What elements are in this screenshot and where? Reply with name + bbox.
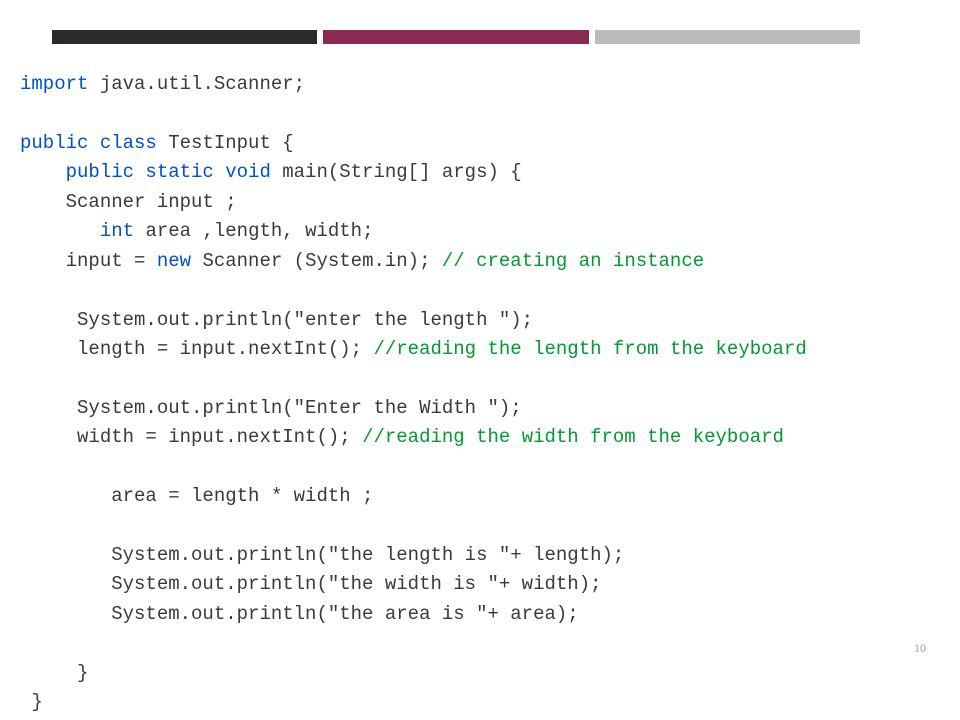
code-text: System.out.println("the length is "+ len… (20, 544, 624, 566)
bar-dark (52, 30, 317, 44)
comment: //reading the width from the keyboard (362, 426, 784, 448)
code-text: } (20, 691, 43, 713)
keyword: public class (20, 132, 157, 154)
code-text: Scanner input ; (20, 191, 237, 213)
code-text: System.out.println("enter the length "); (20, 309, 533, 331)
code-text (20, 220, 100, 242)
code-text: area = length * width ; (20, 485, 373, 507)
code-text: System.out.println("the width is "+ widt… (20, 573, 602, 595)
code-block: import java.util.Scanner; public class T… (20, 70, 807, 718)
code-text: System.out.println("Enter the Width "); (20, 397, 522, 419)
code-text: Scanner (System.in); (191, 250, 442, 272)
code-text: System.out.println("the area is "+ area)… (20, 603, 579, 625)
code-text: main(String[] args) { (271, 161, 522, 183)
keyword: public static void (66, 161, 271, 183)
code-text: area ,length, width; (134, 220, 373, 242)
code-text: } (20, 662, 88, 684)
keyword: import (20, 73, 88, 95)
header-bars (52, 30, 860, 44)
code-text: TestInput { (157, 132, 294, 154)
bar-maroon (323, 30, 588, 44)
bar-grey (595, 30, 860, 44)
comment: // creating an instance (442, 250, 704, 272)
page-number: 10 (914, 641, 926, 656)
keyword: new (157, 250, 191, 272)
keyword: int (100, 220, 134, 242)
code-text: input = (20, 250, 157, 272)
code-text: width = input.nextInt(); (20, 426, 362, 448)
code-text: length = input.nextInt(); (20, 338, 373, 360)
code-text: java.util.Scanner; (88, 73, 305, 95)
code-text (20, 161, 66, 183)
comment: //reading the length from the keyboard (373, 338, 806, 360)
